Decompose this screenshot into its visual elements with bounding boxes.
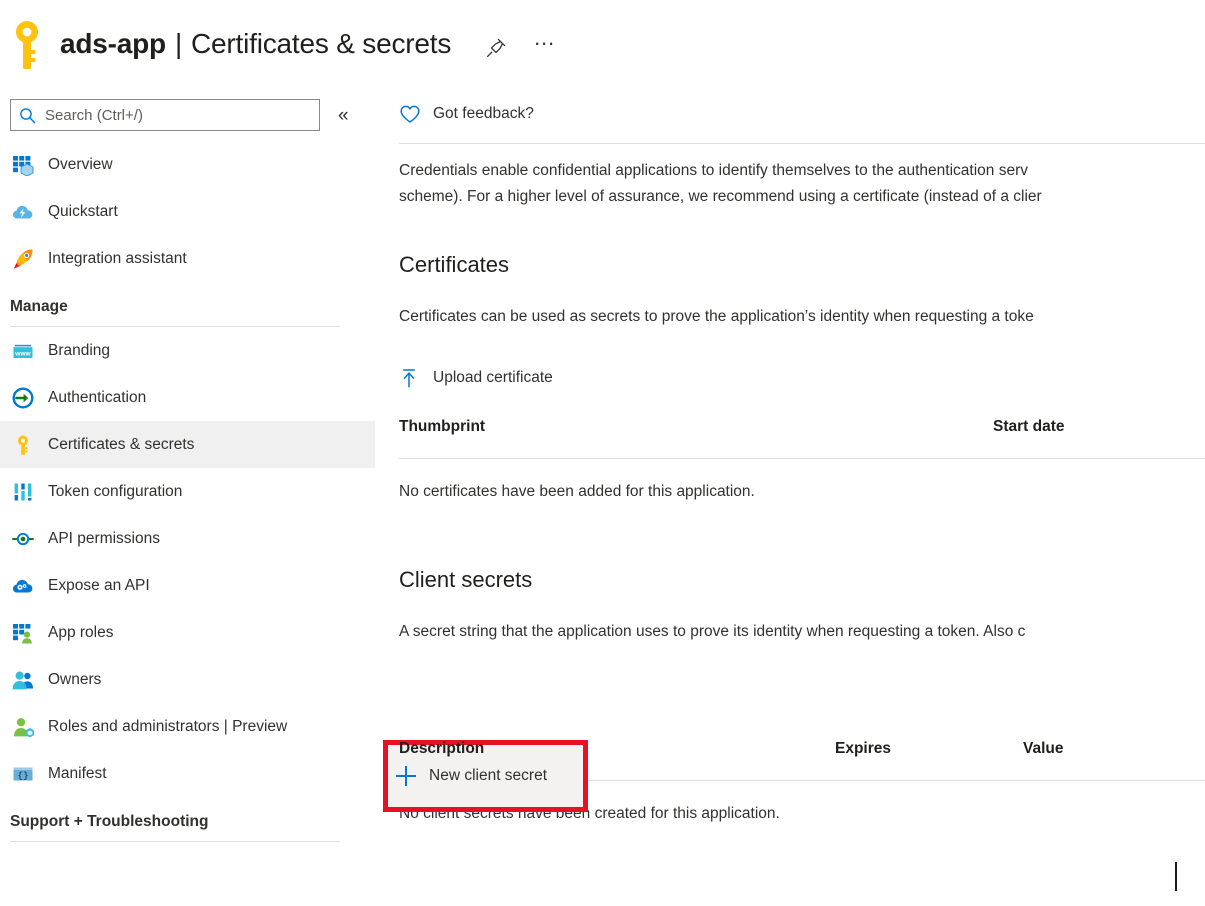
sidebar-item-app-roles[interactable]: App roles bbox=[0, 609, 375, 656]
column-header-description: Description bbox=[399, 740, 485, 757]
client-secrets-heading: Client secrets bbox=[399, 567, 533, 592]
search-box[interactable] bbox=[10, 99, 320, 131]
got-feedback-label: Got feedback? bbox=[433, 105, 534, 122]
sidebar-item-label: API permissions bbox=[48, 529, 160, 547]
sidebar-item-token-configuration[interactable]: Token configuration bbox=[0, 468, 375, 515]
overview-grid-icon bbox=[12, 154, 34, 176]
sidebar-nav-manage: www Branding Authentication Certificates… bbox=[0, 327, 375, 797]
certificates-description: Certificates can be used as secrets to p… bbox=[399, 308, 1034, 325]
divider bbox=[399, 458, 1205, 459]
page-title: ads-app | Certificates & secrets bbox=[60, 28, 451, 60]
sidebar-item-label: Quickstart bbox=[48, 202, 118, 220]
client-secrets-section: Client secrets A secret string that the … bbox=[375, 567, 1205, 823]
upload-icon bbox=[399, 368, 419, 388]
certificates-table-header: Thumbprint Start date bbox=[375, 418, 1205, 450]
intro-paragraph: Credentials enable confidential applicat… bbox=[375, 144, 1205, 210]
column-header-expires: Expires bbox=[835, 740, 892, 757]
cloud-gear-icon bbox=[12, 575, 34, 597]
sidebar-item-quickstart[interactable]: Quickstart bbox=[0, 188, 375, 235]
sidebar-item-label: Owners bbox=[48, 670, 102, 688]
resource-name: ads-app bbox=[60, 28, 166, 59]
sidebar-item-label: App roles bbox=[48, 623, 114, 641]
key-icon bbox=[12, 434, 34, 456]
browser-www-icon: www bbox=[12, 340, 34, 362]
sidebar-item-certificates-and-secrets[interactable]: Certificates & secrets bbox=[0, 421, 375, 468]
sidebar-item-manifest[interactable]: {} Manifest bbox=[0, 750, 375, 797]
sidebar-item-roles-and-administrators[interactable]: Roles and administrators | Preview bbox=[0, 703, 375, 750]
got-feedback-button[interactable]: Got feedback? bbox=[375, 88, 1205, 125]
client-secrets-description: A secret string that the application use… bbox=[399, 623, 1026, 640]
sidebar-item-label: Overview bbox=[48, 155, 113, 173]
certificates-section: Certificates Certificates can be used as… bbox=[375, 252, 1205, 501]
manifest-braces-icon: {} bbox=[12, 763, 34, 785]
column-header-value: Value bbox=[1023, 740, 1064, 757]
title-separator: | bbox=[174, 28, 183, 59]
api-permissions-icon bbox=[12, 528, 34, 550]
certificates-heading: Certificates bbox=[399, 252, 510, 277]
key-icon bbox=[10, 19, 44, 71]
blade-header: ads-app | Certificates & secrets … bbox=[0, 0, 1205, 88]
sidebar: « Overview bbox=[0, 88, 375, 906]
heart-icon bbox=[399, 103, 421, 125]
sidebar-group-title: Support + Troubleshooting bbox=[10, 813, 209, 830]
sidebar-item-owners[interactable]: Owners bbox=[0, 656, 375, 703]
upload-certificate-button[interactable]: Upload certificate bbox=[375, 368, 553, 388]
sidebar-group-manage: Manage bbox=[0, 288, 375, 327]
column-header-start-date: Start date bbox=[993, 418, 1065, 435]
blade-title: Certificates & secrets bbox=[191, 28, 452, 59]
intro-line-2: scheme). For a higher level of assurance… bbox=[399, 188, 1042, 205]
sidebar-group-support: Support + Troubleshooting bbox=[0, 803, 375, 842]
search-icon bbox=[19, 107, 36, 124]
sidebar-item-label: Token configuration bbox=[48, 482, 183, 500]
pin-icon[interactable] bbox=[485, 37, 507, 59]
sidebar-item-authentication[interactable]: Authentication bbox=[0, 374, 375, 421]
sidebar-item-api-permissions[interactable]: API permissions bbox=[0, 515, 375, 562]
sidebar-item-label: Integration assistant bbox=[48, 249, 187, 267]
client-secrets-table-header: Description Expires Value bbox=[375, 740, 1205, 772]
main-content: Got feedback? Credentials enable confide… bbox=[375, 88, 1205, 906]
upload-certificate-label: Upload certificate bbox=[433, 369, 553, 386]
intro-line-1: Credentials enable confidential applicat… bbox=[399, 162, 1028, 179]
token-bars-icon bbox=[12, 481, 34, 503]
sidebar-item-label: Certificates & secrets bbox=[48, 435, 195, 453]
app-roles-icon bbox=[12, 622, 34, 644]
sidebar-item-expose-an-api[interactable]: Expose an API bbox=[0, 562, 375, 609]
collapse-sidebar-button[interactable]: « bbox=[338, 106, 349, 125]
svg-text:www: www bbox=[14, 350, 31, 357]
sidebar-item-label: Manifest bbox=[48, 764, 107, 782]
svg-text:{}: {} bbox=[18, 771, 29, 781]
certificates-empty-message: No certificates have been added for this… bbox=[399, 483, 755, 500]
sidebar-item-branding[interactable]: www Branding bbox=[0, 327, 375, 374]
authentication-arrow-icon bbox=[12, 386, 34, 409]
sidebar-item-label: Expose an API bbox=[48, 576, 150, 594]
more-options-icon[interactable]: … bbox=[533, 27, 557, 49]
sidebar-search-row: « bbox=[0, 88, 375, 131]
rocket-icon bbox=[12, 248, 34, 270]
sidebar-item-label: Roles and administrators | Preview bbox=[48, 717, 288, 735]
sidebar-item-integration-assistant[interactable]: Integration assistant bbox=[0, 235, 375, 282]
text-cursor bbox=[1175, 862, 1177, 891]
cloud-lightning-icon bbox=[12, 201, 34, 223]
sidebar-item-label: Authentication bbox=[48, 388, 147, 406]
owners-people-icon bbox=[12, 669, 34, 691]
sidebar-nav-top: Overview Quickstart Integration assistan… bbox=[0, 141, 375, 282]
search-input[interactable] bbox=[45, 106, 311, 124]
column-header-thumbprint: Thumbprint bbox=[399, 418, 486, 435]
divider bbox=[10, 841, 340, 842]
sidebar-item-label: Branding bbox=[48, 341, 111, 359]
sidebar-item-overview[interactable]: Overview bbox=[0, 141, 375, 188]
roles-admin-icon bbox=[12, 716, 34, 738]
sidebar-group-title: Manage bbox=[10, 298, 68, 315]
